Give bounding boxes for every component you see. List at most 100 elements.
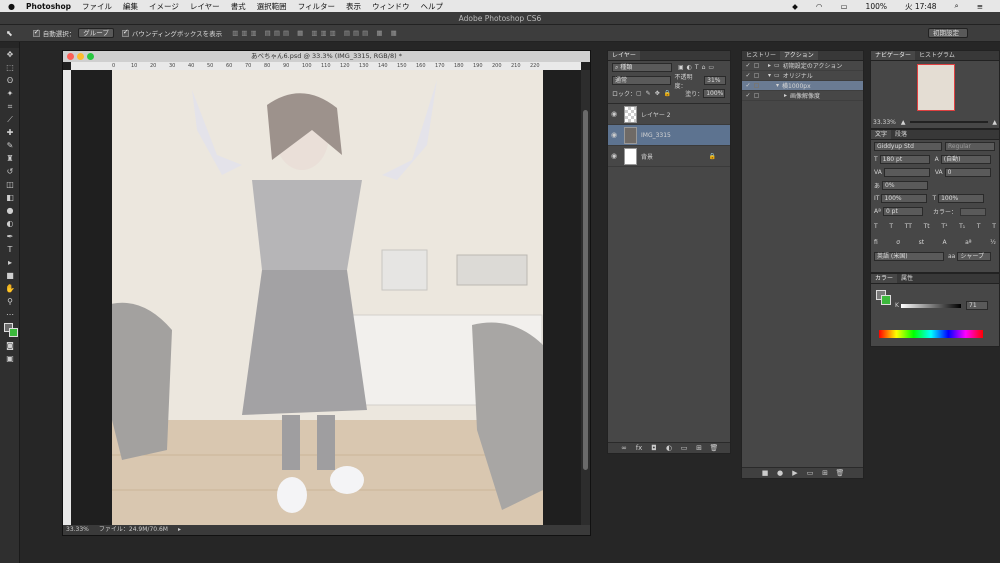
stamp-tool-icon[interactable]: ♜	[0, 152, 20, 165]
canvas-image[interactable]	[112, 70, 543, 527]
screen-mode-icon[interactable]: ▣	[0, 352, 20, 365]
magic-wand-icon[interactable]: ✦	[0, 87, 20, 100]
color-swatches[interactable]	[0, 321, 19, 339]
ordinal-icon[interactable]: aª	[965, 239, 972, 246]
quick-mask-icon[interactable]: ◙	[0, 339, 20, 352]
path-select-icon[interactable]: ▸	[0, 256, 20, 269]
visibility-eye-icon[interactable]: ◉	[608, 131, 620, 139]
zoom-out-icon[interactable]: ▲	[901, 119, 906, 126]
action-row[interactable]: ✓ ▸ ▭ 初期設定のアクション	[742, 61, 863, 71]
healing-brush-icon[interactable]: ✚	[0, 126, 20, 139]
new-action-icon[interactable]: ⊞	[821, 469, 830, 478]
text-color-swatch[interactable]	[959, 207, 986, 216]
lasso-tool-icon[interactable]: ʘ	[0, 74, 20, 87]
bbox-checkbox[interactable]	[121, 28, 129, 37]
tracking-field[interactable]: 0	[944, 168, 991, 177]
underline-icon[interactable]: T	[977, 223, 981, 230]
layer-style-icon[interactable]: fx	[635, 444, 644, 453]
superscript-icon[interactable]: T¹	[941, 223, 947, 230]
auto-select-dropdown[interactable]: グループ	[78, 28, 114, 38]
play-icon[interactable]: ▶	[791, 469, 800, 478]
k-slider[interactable]	[901, 304, 961, 308]
baseline-field[interactable]: 0 pt	[882, 207, 923, 216]
filter-icons[interactable]: ▣◐T⌂▭	[678, 64, 717, 71]
brush-tool-icon[interactable]: ✎	[0, 139, 20, 152]
menu-select[interactable]: 選択範囲	[257, 1, 287, 12]
navigator-zoom[interactable]: 33.33%	[873, 119, 896, 126]
app-menu[interactable]: Photoshop	[26, 2, 71, 11]
align-icons[interactable]: ▥▥▥ ▤▤▤ ▦ ▥▥▥ ▤▤▤ ▦ ▦	[232, 29, 400, 37]
delete-action-icon[interactable]: 🗑	[836, 469, 845, 478]
layer-row[interactable]: ◉ レイヤー 2	[608, 104, 730, 125]
battery-icon[interactable]: ▭	[840, 2, 847, 11]
minimize-button[interactable]	[77, 53, 84, 60]
menu-type[interactable]: 書式	[231, 1, 246, 12]
tab-paragraph[interactable]: 段落	[891, 130, 911, 139]
vertical-scale-field[interactable]: 100%	[881, 194, 928, 203]
menu-layer[interactable]: レイヤー	[190, 1, 220, 12]
lock-icons[interactable]: ▢✎✥🔒	[636, 90, 675, 97]
kerning-field[interactable]	[883, 168, 930, 177]
blur-tool-icon[interactable]: ●	[0, 204, 20, 217]
record-icon[interactable]: ●	[776, 469, 785, 478]
fraction-icon[interactable]: ½	[990, 239, 996, 246]
tab-color[interactable]: カラー	[871, 274, 898, 283]
horizontal-ruler[interactable]: 0 10 20 30 40 50 60 70 80 90 100 110 120 130 140 150 160…	[71, 62, 581, 70]
tab-history[interactable]: ヒストリー	[742, 51, 780, 60]
tab-properties[interactable]: 属性	[897, 274, 917, 283]
titling-icon[interactable]: A	[943, 239, 947, 246]
menu-image[interactable]: イメージ	[149, 1, 179, 12]
visibility-eye-icon[interactable]: ◉	[608, 152, 620, 160]
faux-bold-icon[interactable]: T	[874, 223, 878, 230]
all-caps-icon[interactable]: TT	[905, 223, 912, 230]
auto-select-checkbox[interactable]	[32, 28, 40, 37]
layer-filter-dropdown[interactable]: ⌕ 種類	[612, 63, 672, 72]
zoom-slider[interactable]	[909, 121, 989, 123]
workspace-dropdown[interactable]: 初期設定	[928, 28, 968, 38]
action-row[interactable]: ✓ ▾ ▭ オリジナル	[742, 71, 863, 81]
opacity-field[interactable]: 31%	[704, 76, 726, 85]
menu-help[interactable]: ヘルプ	[421, 1, 444, 12]
pen-tool-icon[interactable]: ✒	[0, 230, 20, 243]
background-swatch[interactable]	[881, 295, 891, 305]
move-tool-icon[interactable]: ✥	[0, 48, 20, 61]
paint-bucket-icon[interactable]: ◧	[0, 191, 20, 204]
tab-layers[interactable]: レイヤー	[608, 51, 640, 60]
close-button[interactable]	[67, 53, 74, 60]
eyedropper-icon[interactable]: ⟋	[0, 113, 20, 126]
menu-view[interactable]: 表示	[346, 1, 361, 12]
list-icon[interactable]: ≡	[977, 2, 983, 11]
small-caps-icon[interactable]: Tt	[924, 223, 930, 230]
eraser-tool-icon[interactable]: ◫	[0, 178, 20, 191]
font-size-field[interactable]: 180 pt	[879, 155, 930, 164]
zoom-value[interactable]: 33.33%	[66, 525, 89, 535]
action-row[interactable]: ✓ ▸ 画像解像度	[742, 91, 863, 101]
wifi-icon[interactable]: ◠	[816, 2, 823, 11]
dropbox-icon[interactable]: ◆	[792, 2, 798, 11]
layer-row-selected[interactable]: ◉ IMG_3315	[608, 125, 730, 146]
horizontal-scale-field[interactable]: 100%	[938, 194, 985, 203]
file-info[interactable]: ファイル：24.9M/70.6M	[99, 525, 168, 535]
delete-layer-icon[interactable]: 🗑	[710, 444, 719, 453]
dodge-tool-icon[interactable]: ◐	[0, 217, 20, 230]
more-tools-icon[interactable]: ⋯	[0, 308, 20, 321]
strikethrough-icon[interactable]: T	[992, 223, 996, 230]
type-tool-icon[interactable]: T	[0, 243, 20, 256]
layer-row[interactable]: ◉ 背景 🔒	[608, 146, 730, 167]
search-icon[interactable]: ⌕	[955, 1, 959, 11]
stop-icon[interactable]: ■	[761, 469, 770, 478]
tab-character[interactable]: 文字	[871, 130, 892, 139]
navigator-preview[interactable]	[917, 64, 955, 111]
vertical-scrollbar[interactable]	[581, 70, 590, 525]
zoom-tool-icon[interactable]: ⚲	[0, 295, 20, 308]
marquee-tool-icon[interactable]: ⬚	[0, 61, 20, 74]
visibility-eye-icon[interactable]: ◉	[608, 110, 620, 118]
link-layers-icon[interactable]: ∞	[620, 444, 629, 453]
tsume-field[interactable]: 0%	[882, 181, 929, 190]
ligature-icon[interactable]: fi	[874, 239, 878, 246]
adjustment-layer-icon[interactable]: ◐	[665, 444, 674, 453]
color-spectrum[interactable]	[879, 330, 983, 338]
action-row-selected[interactable]: ✓ ▾ 横1000px	[742, 81, 863, 91]
language-dropdown[interactable]: 英語 (米国)	[874, 252, 944, 261]
new-set-icon[interactable]: ▭	[806, 469, 815, 478]
